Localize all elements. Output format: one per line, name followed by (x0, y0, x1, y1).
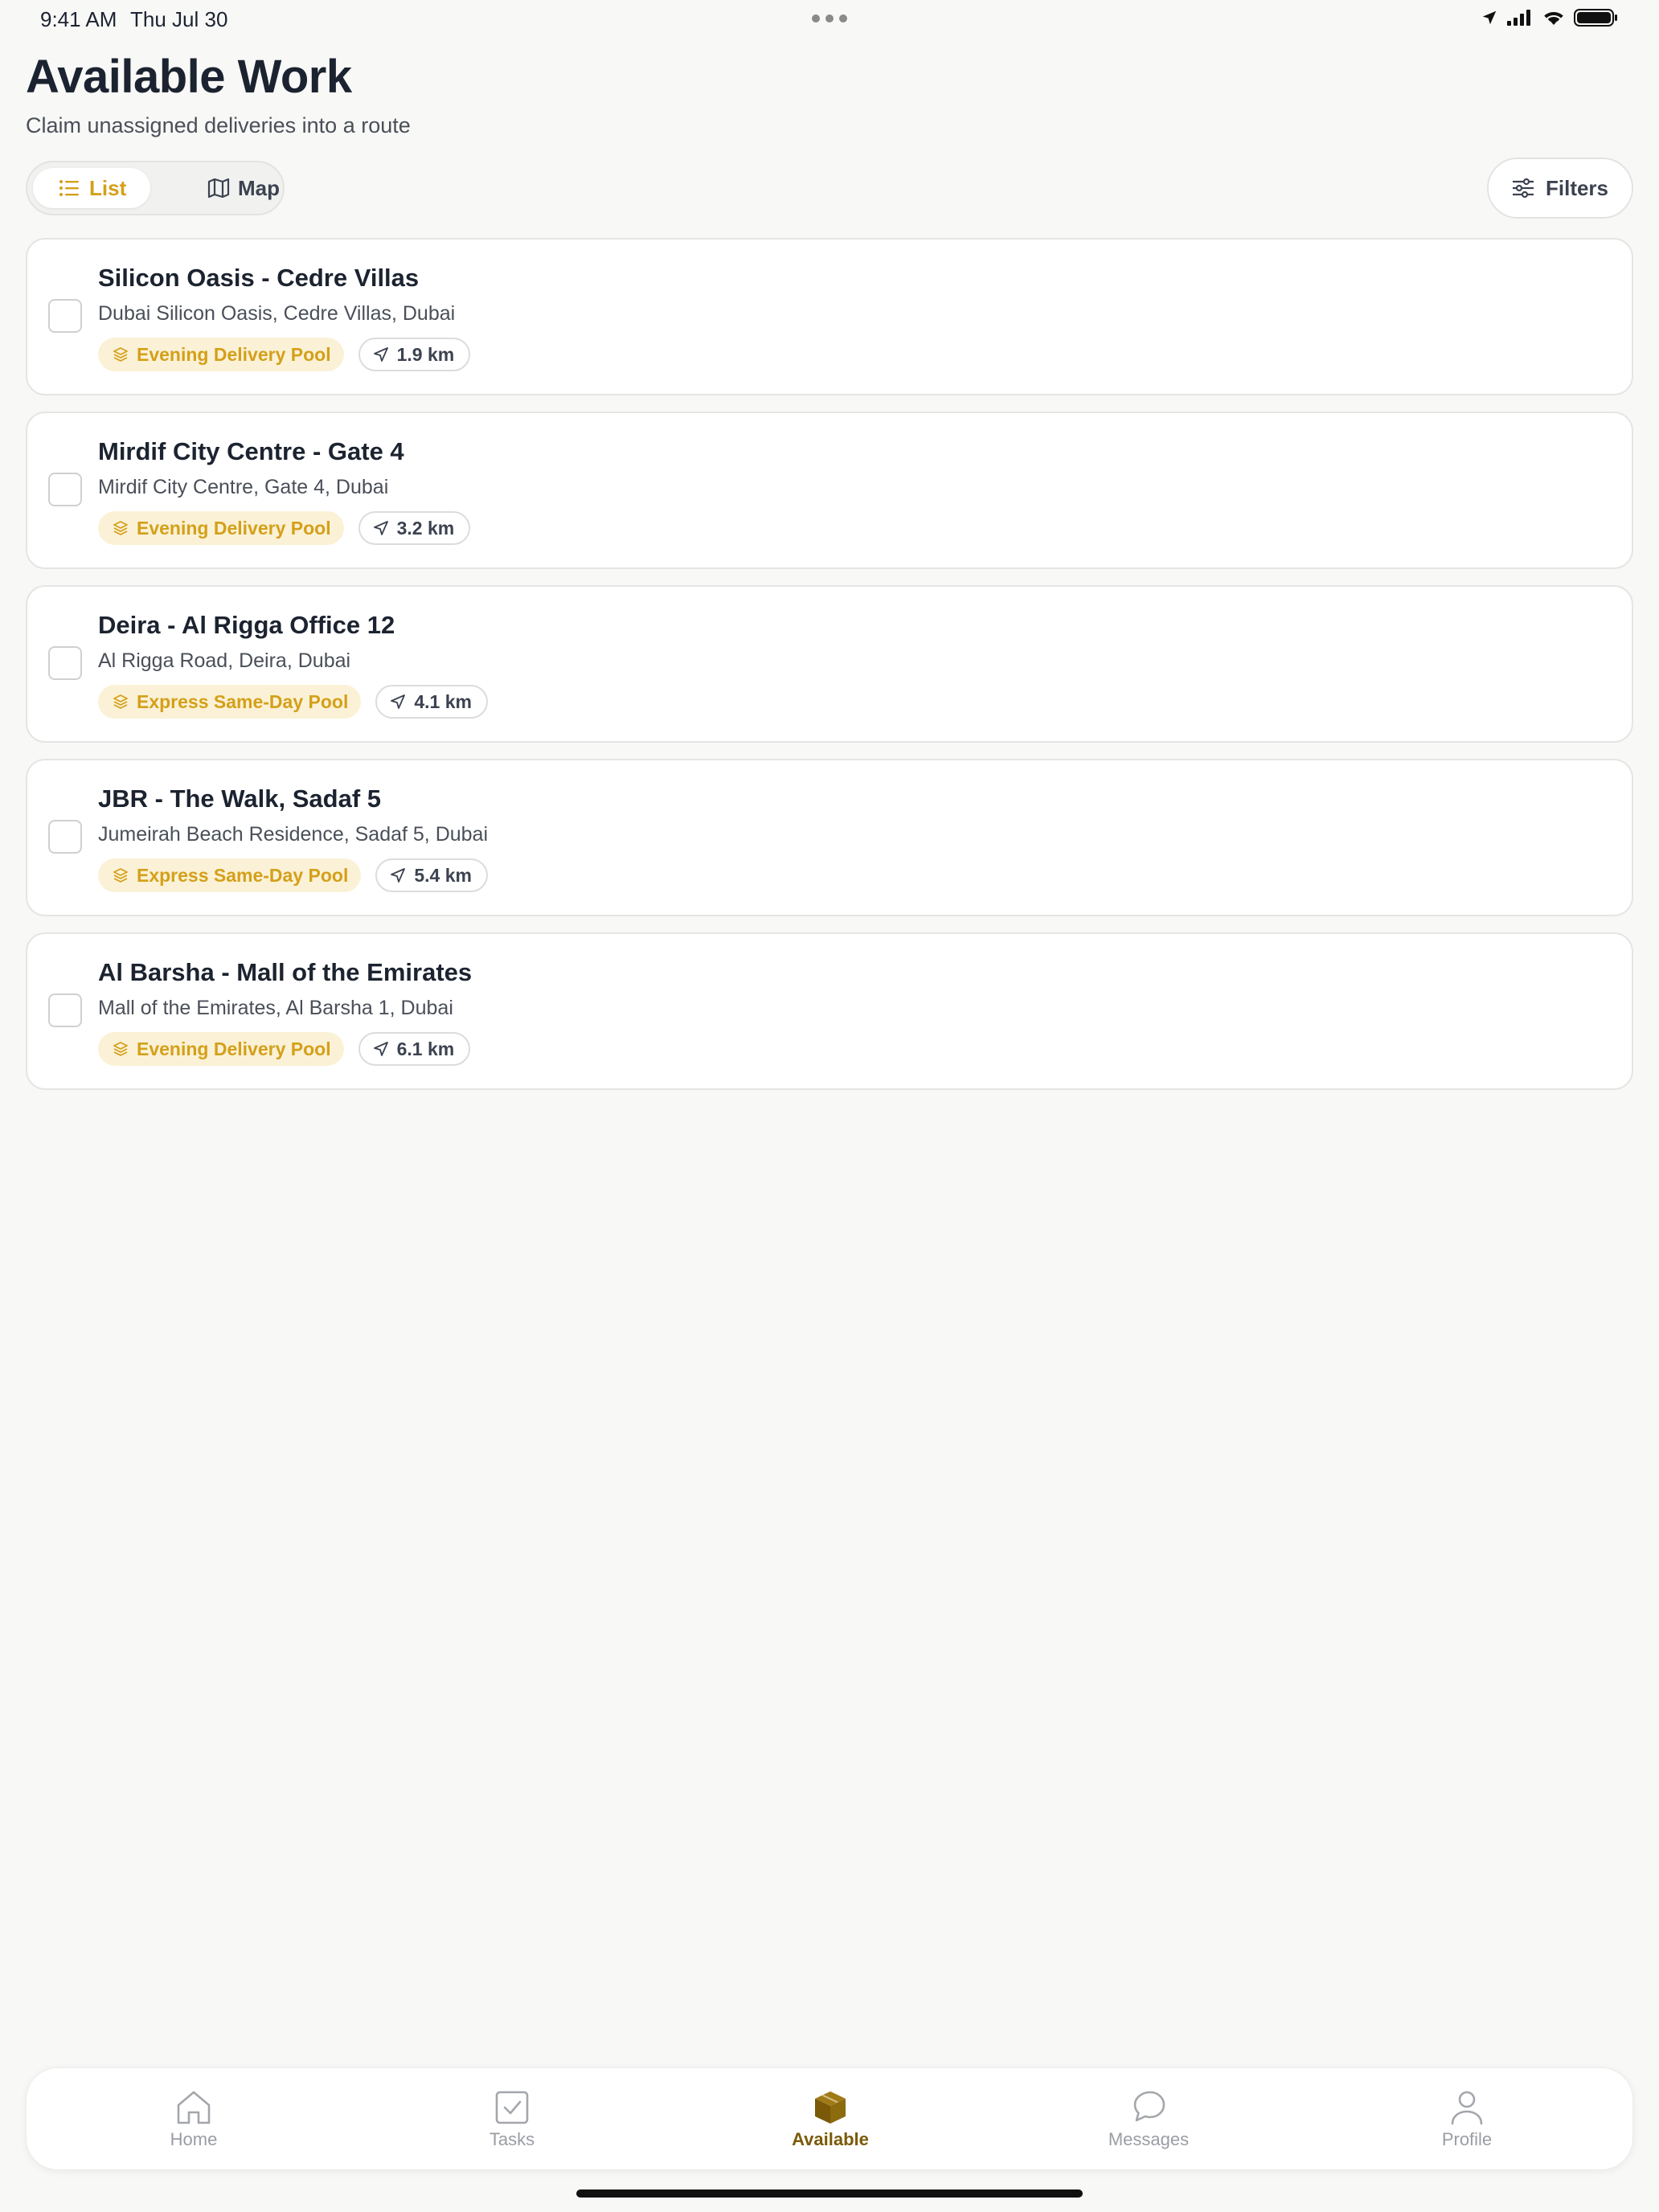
location-arrow-icon (1482, 10, 1497, 25)
tab-available[interactable]: Available (742, 2068, 919, 2171)
home-indicator[interactable] (576, 2189, 1083, 2198)
map-view-label: Map (238, 176, 280, 200)
status-time: 9:41 AM (40, 7, 117, 31)
distance-label: 4.1 km (414, 690, 472, 712)
list-icon (59, 180, 79, 196)
pool-badge: Express Same-Day Pool (98, 858, 362, 892)
select-checkbox[interactable] (48, 646, 82, 680)
distance-label: 1.9 km (396, 343, 455, 365)
delivery-card[interactable]: Mirdif City Centre - Gate 4 Mirdif City … (26, 412, 1633, 569)
pool-badge: Evening Delivery Pool (98, 338, 344, 371)
navigation-arrow-icon (373, 521, 388, 535)
distance-badge: 5.4 km (375, 858, 488, 892)
delivery-card[interactable]: Silicon Oasis - Cedre Villas Dubai Silic… (26, 238, 1633, 395)
check-square-icon (495, 2091, 529, 2124)
delivery-address: Al Rigga Road, Deira, Dubai (98, 649, 351, 672)
delivery-title: Al Barsha - Mall of the Emirates (98, 958, 473, 986)
map-view-button[interactable]: Map (164, 168, 280, 208)
pool-label: Express Same-Day Pool (137, 690, 349, 712)
select-checkbox[interactable] (48, 299, 82, 333)
pool-badge: Evening Delivery Pool (98, 1032, 344, 1066)
delivery-address: Mirdif City Centre, Gate 4, Dubai (98, 476, 389, 498)
navigation-arrow-icon (391, 868, 406, 883)
status-bar: 9:41 AM Thu Jul 30 (0, 0, 1659, 39)
delivery-card[interactable]: JBR - The Walk, Sadaf 5 Jumeirah Beach R… (26, 759, 1633, 916)
tab-tasks[interactable]: Tasks (424, 2068, 600, 2171)
list-view-button[interactable]: List (33, 168, 150, 208)
tab-profile[interactable]: Profile (1378, 2068, 1555, 2171)
delivery-address: Jumeirah Beach Residence, Sadaf 5, Dubai (98, 823, 489, 846)
select-checkbox[interactable] (48, 993, 82, 1027)
filters-button[interactable]: Filters (1487, 158, 1633, 219)
tab-label: Profile (1441, 2129, 1493, 2149)
select-checkbox[interactable] (48, 820, 82, 854)
select-checkbox[interactable] (48, 473, 82, 506)
user-icon (1451, 2091, 1483, 2125)
delivery-card[interactable]: Deira - Al Rigga Office 12 Al Rigga Road… (26, 585, 1633, 743)
page-title: Available Work (26, 51, 352, 103)
delivery-address: Dubai Silicon Oasis, Cedre Villas, Dubai (98, 302, 456, 325)
distance-badge: 1.9 km (358, 338, 471, 371)
status-indicators (1481, 8, 1619, 27)
tab-label: Tasks (489, 2129, 535, 2149)
navigation-arrow-icon (391, 694, 406, 709)
tab-messages[interactable]: Messages (1060, 2068, 1237, 2171)
distance-badge: 4.1 km (375, 685, 488, 719)
package-icon (815, 2091, 846, 2124)
navigation-arrow-icon (373, 347, 388, 362)
view-toggle: List Map (26, 161, 285, 215)
page-subtitle: Claim unassigned deliveries into a route (26, 113, 411, 137)
list-view-label: List (89, 175, 127, 200)
layers-icon (113, 694, 128, 709)
distance-badge: 3.2 km (358, 511, 471, 545)
pool-label: Express Same-Day Pool (137, 864, 349, 886)
status-date: Thu Jul 30 (130, 7, 228, 31)
tab-home[interactable]: Home (105, 2068, 282, 2171)
multitasking-dots-icon[interactable] (812, 14, 847, 23)
signal-icon (1507, 10, 1530, 26)
delivery-title: Silicon Oasis - Cedre Villas (98, 264, 420, 292)
distance-label: 5.4 km (414, 864, 472, 886)
distance-badge: 6.1 km (358, 1032, 471, 1066)
navigation-arrow-icon (373, 1042, 388, 1056)
distance-label: 6.1 km (396, 1038, 455, 1059)
pool-label: Evening Delivery Pool (137, 343, 331, 365)
message-icon (1133, 2091, 1165, 2122)
layers-icon (113, 868, 128, 883)
distance-label: 3.2 km (396, 517, 455, 539)
pool-label: Evening Delivery Pool (137, 517, 331, 539)
delivery-address: Mall of the Emirates, Al Barsha 1, Dubai (98, 997, 453, 1019)
delivery-title: Mirdif City Centre - Gate 4 (98, 437, 404, 465)
tab-label: Home (170, 2129, 218, 2149)
delivery-title: JBR - The Walk, Sadaf 5 (98, 784, 381, 813)
tab-label: Available (792, 2129, 869, 2149)
map-icon (207, 178, 230, 198)
wifi-icon (1544, 12, 1563, 25)
sliders-icon (1512, 178, 1534, 198)
pool-label: Evening Delivery Pool (137, 1038, 331, 1059)
layers-icon (113, 347, 128, 362)
pool-badge: Evening Delivery Pool (98, 511, 344, 545)
battery-icon (1574, 9, 1617, 27)
filters-label: Filters (1545, 175, 1609, 200)
delivery-title: Deira - Al Rigga Office 12 (98, 611, 395, 639)
tab-bar: Home Tasks Available Messages Profile (26, 2067, 1633, 2170)
pool-badge: Express Same-Day Pool (98, 685, 362, 719)
layers-icon (113, 521, 128, 535)
delivery-card[interactable]: Al Barsha - Mall of the Emirates Mall of… (26, 932, 1633, 1090)
tab-label: Messages (1108, 2129, 1190, 2149)
home-icon (177, 2091, 211, 2124)
layers-icon (113, 1042, 128, 1056)
delivery-list: Silicon Oasis - Cedre Villas Dubai Silic… (26, 238, 1633, 1106)
